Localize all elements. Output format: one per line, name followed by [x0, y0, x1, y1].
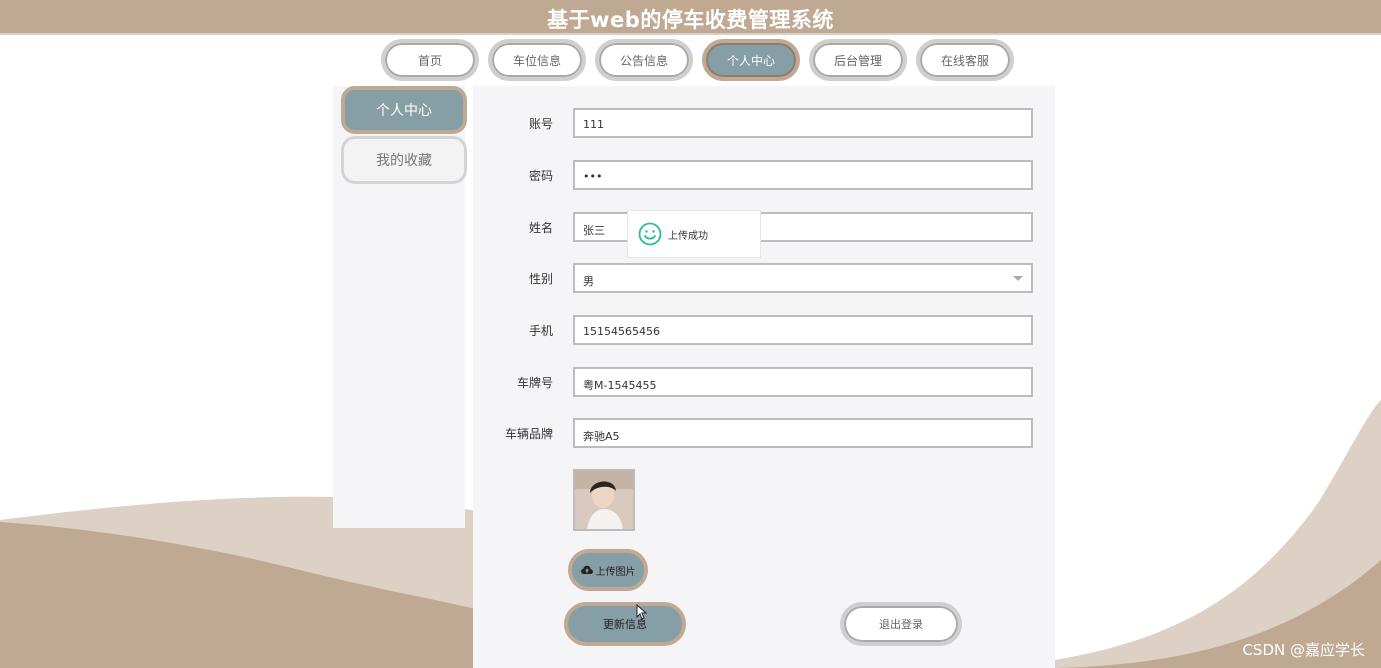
app-title: 基于web的停车收费管理系统	[547, 8, 834, 32]
sidebar-item-favorites[interactable]: 我的收藏	[341, 136, 467, 184]
sidebar-item-personal-center[interactable]: 个人中心	[341, 86, 467, 134]
plate-row: 车牌号 粤M-1545455	[473, 367, 1055, 397]
phone-input[interactable]: 15154565456	[573, 315, 1033, 345]
password-label: 密码	[528, 169, 553, 183]
smile-icon	[638, 222, 662, 246]
header-bar: 基于web的停车收费管理系统	[0, 0, 1381, 35]
nav-item-online-service[interactable]: 在线客服	[916, 39, 1014, 81]
upload-image-button[interactable]: 上传图片	[568, 549, 648, 591]
top-nav: 首页 车位信息 公告信息 个人中心 后台管理 在线客服	[381, 39, 1014, 81]
nav-item-parking-spaces[interactable]: 车位信息	[488, 39, 586, 81]
phone-row: 手机 15154565456	[473, 315, 1055, 345]
chevron-down-icon	[1013, 276, 1023, 281]
nav-item-admin[interactable]: 后台管理	[809, 39, 907, 81]
brand-input[interactable]: 奔驰A5	[573, 418, 1033, 448]
account-label: 账号	[528, 117, 553, 131]
brand-label: 车辆品牌	[504, 427, 553, 441]
profile-form: 账号 111 密码 ••• 姓名 张三 性别 男 手机 15154565456 …	[473, 86, 1055, 668]
sidebar: 个人中心 我的收藏	[333, 86, 467, 528]
logout-button[interactable]: 退出登录	[840, 602, 962, 646]
brand-row: 车辆品牌 奔驰A5	[473, 418, 1055, 448]
plate-label: 车牌号	[516, 376, 553, 390]
upload-image-label: 上传图片	[595, 566, 636, 578]
password-input[interactable]: •••	[573, 160, 1033, 190]
avatar[interactable]	[573, 469, 635, 531]
toast-message: 上传成功	[668, 230, 708, 242]
cloud-upload-icon	[580, 565, 593, 574]
watermark: CSDN @嘉应学长	[1242, 641, 1365, 659]
nav-item-home[interactable]: 首页	[381, 39, 479, 81]
name-label: 姓名	[528, 221, 553, 235]
password-row: 密码 •••	[473, 160, 1055, 190]
name-row: 姓名 张三	[473, 212, 1055, 242]
account-row: 账号 111	[473, 108, 1055, 138]
phone-label: 手机	[528, 324, 553, 338]
mouse-cursor-icon	[636, 604, 648, 620]
account-input[interactable]: 111	[573, 108, 1033, 138]
plate-input[interactable]: 粤M-1545455	[573, 367, 1033, 397]
gender-select[interactable]: 男	[573, 263, 1033, 293]
nav-item-announcements[interactable]: 公告信息	[595, 39, 693, 81]
update-info-button[interactable]: 更新信息	[564, 602, 686, 646]
success-toast: 上传成功	[627, 210, 761, 258]
gender-label: 性别	[528, 272, 553, 286]
gender-row: 性别 男	[473, 263, 1055, 293]
nav-item-personal-center[interactable]: 个人中心	[702, 39, 800, 81]
gender-value: 男	[583, 275, 594, 288]
